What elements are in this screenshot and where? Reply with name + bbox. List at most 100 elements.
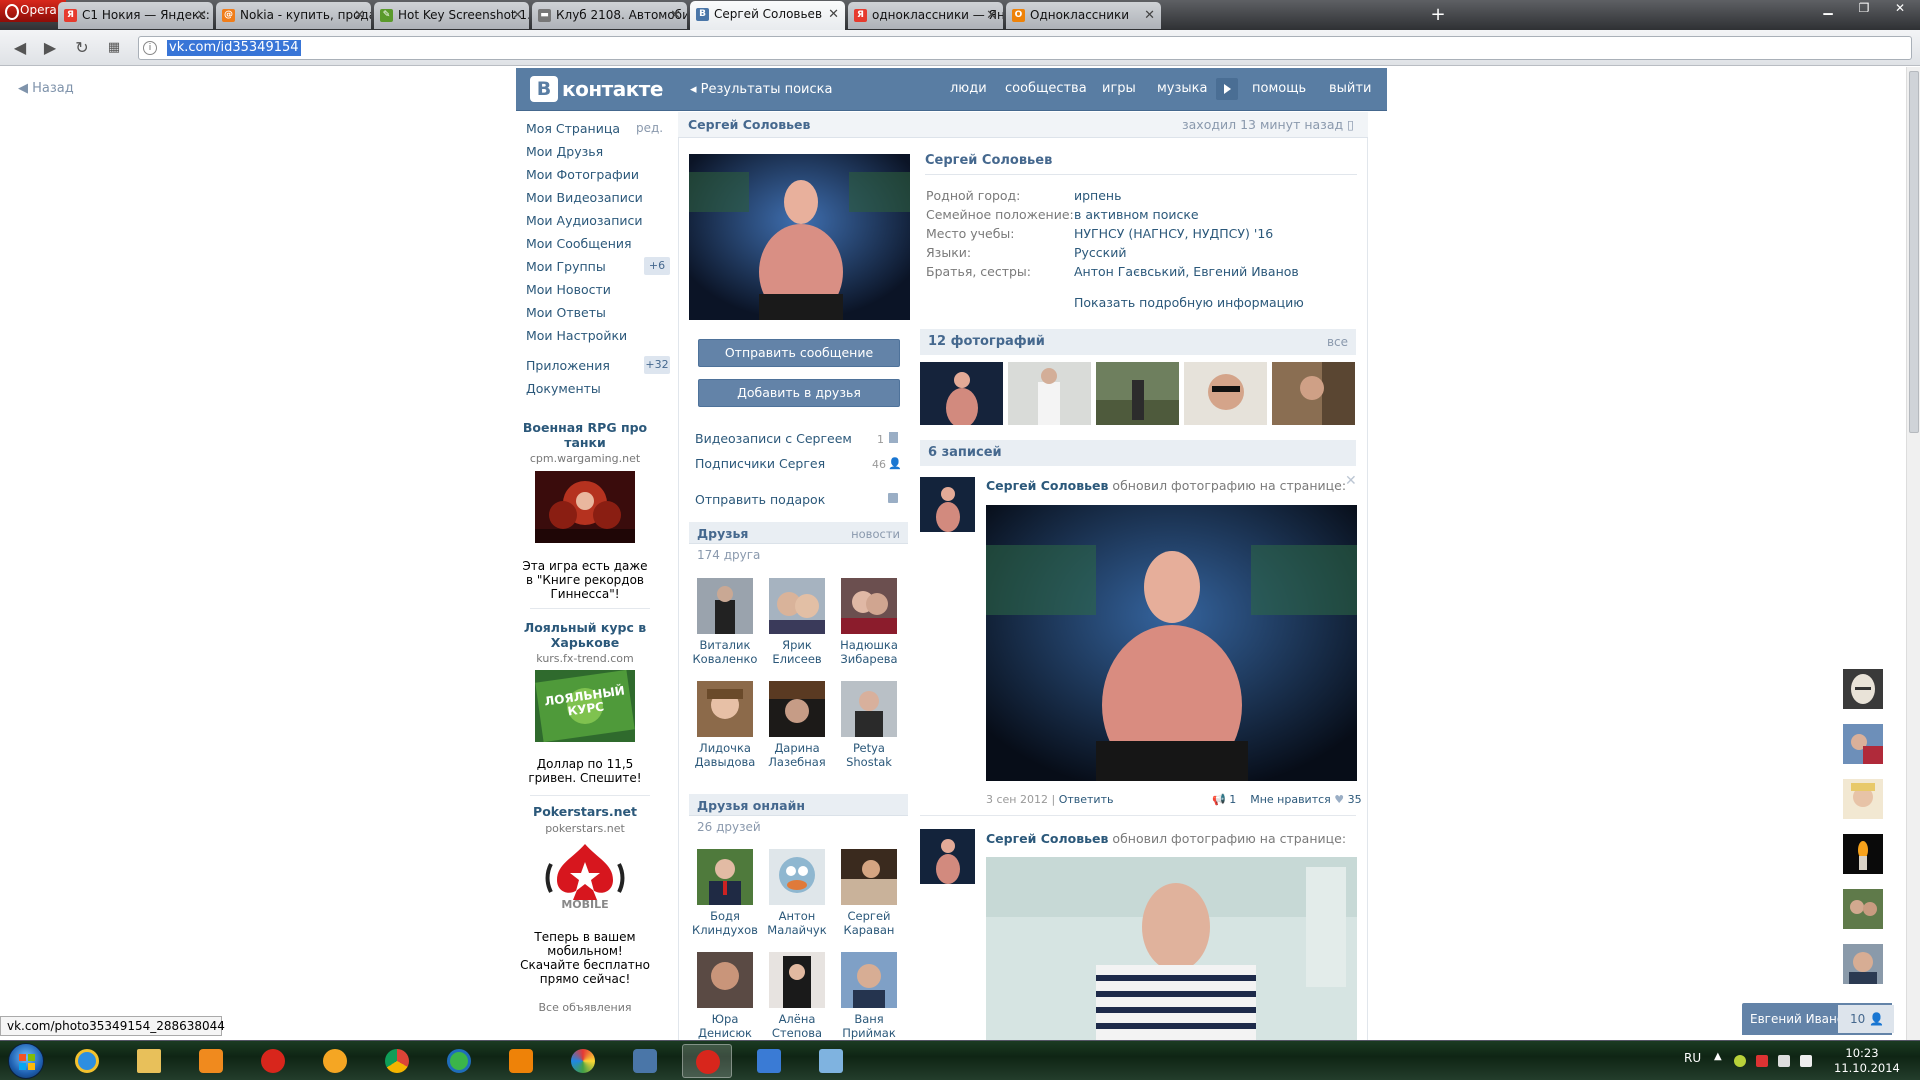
send-gift-link[interactable]: Отправить подарок (695, 492, 825, 507)
chat-contact-avatar[interactable] (1843, 779, 1883, 819)
chrome-icon[interactable] (372, 1044, 422, 1078)
online-friend-item[interactable]: Ваня Приймак (834, 952, 904, 1040)
vk-icon[interactable] (620, 1044, 670, 1078)
close-tab-icon[interactable]: ✕ (986, 2, 997, 29)
ad-title-fx-trend[interactable]: Лояльный курс в Харькове (520, 620, 650, 650)
info-value-education[interactable]: НУГНСУ (НАГНСУ, НУДПСУ) '16 (1074, 226, 1273, 241)
menu-my-audio[interactable]: Мои Аудиозаписи (526, 213, 643, 228)
reload-icon[interactable]: ↻ (70, 38, 94, 58)
menu-documents[interactable]: Документы (526, 381, 601, 396)
photo-thumbnail[interactable] (1096, 362, 1179, 425)
info-value-siblings[interactable]: Антон Гаєвський, Евгений Иванов (1074, 264, 1299, 279)
all-ads-link[interactable]: Все объявления (520, 1001, 650, 1014)
browser-tab-yandex-nokia[interactable]: Я C1 Нокия — Яндекс: нашл ✕ (58, 2, 213, 29)
photos-all-link[interactable]: все (1327, 335, 1348, 349)
post-author-avatar[interactable] (920, 829, 975, 884)
online-friends-section-header[interactable]: Друзья онлайн (689, 794, 908, 816)
photos-section-header[interactable]: 12 фотографий все (920, 329, 1356, 355)
tray-clock[interactable]: 10:23 11.10.2014 (1834, 1046, 1900, 1076)
url-input[interactable]: i vk.com/id35349154 (138, 36, 1912, 60)
screen-icon[interactable] (744, 1044, 794, 1078)
tray-volume-icon[interactable] (1800, 1055, 1812, 1067)
post-date[interactable]: 3 сен 2012 (986, 793, 1048, 806)
videos-with-link[interactable]: Видеозаписи с Сергеем (695, 431, 852, 446)
info-value-languages[interactable]: Русский (1074, 245, 1126, 260)
ad-title-wargaming[interactable]: Военная RPG про танки (520, 420, 650, 450)
close-tab-icon[interactable]: ✕ (1144, 2, 1155, 29)
followers-link[interactable]: Подписчики Сергея (695, 456, 825, 471)
menu-my-settings[interactable]: Мои Настройки (526, 328, 627, 343)
delete-post-icon[interactable]: ✕ (1345, 473, 1357, 489)
tray-flag-icon[interactable] (1756, 1055, 1768, 1067)
ad-image-pokerstars[interactable]: MOBILE (535, 840, 635, 912)
friend-item[interactable]: Petya Shostak (834, 681, 904, 769)
chat-contact-avatar[interactable] (1843, 889, 1883, 929)
menu-my-groups[interactable]: Мои Группы (526, 259, 606, 274)
online-friend-item[interactable]: Антон Малайчук (762, 849, 832, 937)
photo-thumbnail[interactable] (1272, 362, 1355, 425)
browser-tab-hotkey[interactable]: ✎ Hot Key Screenshot 1.1 - F ✕ (374, 2, 529, 29)
mail-agent-icon[interactable] (310, 1044, 360, 1078)
menu-my-photos[interactable]: Мои Фотографии (526, 167, 639, 182)
close-tab-icon[interactable]: ✕ (196, 2, 207, 29)
icq-icon[interactable] (434, 1044, 484, 1078)
online-friend-item[interactable]: Юра Денисюк (690, 952, 760, 1040)
info-value-relationship[interactable]: в активном поиске (1074, 207, 1199, 222)
vk-logo-text[interactable]: контакте (562, 77, 663, 101)
vk-logo-icon[interactable]: В (530, 76, 558, 102)
picture-viewer-icon[interactable] (806, 1044, 856, 1078)
browser-tab-odnoklassniki[interactable]: О Одноклассники ✕ (1006, 2, 1161, 29)
edit-link[interactable]: ред. (636, 121, 663, 135)
browser-tab-yandex-ok[interactable]: Я одноклассники — Яндекс ✕ (848, 2, 1003, 29)
friend-item[interactable]: Ярик Елисеев (762, 578, 832, 666)
close-tab-icon[interactable]: ✕ (354, 2, 365, 29)
start-button[interactable] (8, 1043, 44, 1079)
tray-expand-icon[interactable]: ▲ (1714, 1051, 1722, 1062)
opera-menu-button[interactable]: Opera (0, 0, 66, 22)
play-music-button[interactable] (1216, 78, 1238, 100)
back-arrow-icon[interactable]: ◀ (8, 38, 32, 58)
friend-item[interactable]: Дарина Лазебная (762, 681, 832, 769)
friend-item[interactable]: Виталик Коваленко (690, 578, 760, 666)
close-window-button[interactable]: ✕ (1880, 0, 1920, 18)
share-icon[interactable]: 📢 (1212, 793, 1226, 806)
paint-icon[interactable] (558, 1044, 608, 1078)
menu-my-page[interactable]: Моя Страница (526, 121, 620, 136)
post-author-avatar[interactable] (920, 477, 975, 532)
chat-contact-avatar[interactable] (1843, 669, 1883, 709)
chat-online-count[interactable]: 10 👤 (1838, 1005, 1894, 1033)
keyboard-language[interactable]: RU (1684, 1051, 1701, 1065)
like-button[interactable]: Мне нравится (1250, 793, 1331, 806)
nav-games[interactable]: игры (1102, 81, 1136, 96)
restore-window-button[interactable]: ❐ (1844, 0, 1884, 18)
menu-my-videos[interactable]: Мои Видеозаписи (526, 190, 643, 205)
nav-people[interactable]: люди (950, 81, 987, 96)
browser-tab-vk-profile[interactable]: В Сергей Соловьев ✕ (690, 1, 845, 30)
photo-thumbnail[interactable] (1008, 362, 1091, 425)
opera-icon[interactable] (248, 1044, 298, 1078)
send-message-button[interactable]: Отправить сообщение (698, 339, 900, 367)
browser-tab-nokia-buy[interactable]: @ Nokia - купить, продажа в ✕ (216, 2, 371, 29)
photo-thumbnail[interactable] (1184, 362, 1267, 425)
explorer-icon[interactable] (124, 1044, 174, 1078)
nav-logout[interactable]: выйти (1329, 81, 1371, 96)
friend-item[interactable]: Надюшка Зибарева (834, 578, 904, 666)
applications-badge[interactable]: +32 (644, 356, 670, 374)
page-scrollbar[interactable] (1906, 67, 1920, 1040)
menu-my-messages[interactable]: Мои Сообщения (526, 236, 632, 251)
ad-title-pokerstars[interactable]: Pokerstars.net (520, 804, 650, 819)
reply-link[interactable]: Ответить (1059, 793, 1114, 806)
profile-avatar[interactable] (689, 154, 910, 320)
groups-badge[interactable]: +6 (644, 257, 670, 275)
friend-item[interactable]: Лидочка Давыдова (690, 681, 760, 769)
ad-image-loyal-course[interactable]: ЛОЯЛЬНЫЙ КУРС (535, 670, 635, 742)
post-photo[interactable] (986, 857, 1357, 1040)
close-tab-icon[interactable]: ✕ (828, 1, 839, 28)
wall-section-header[interactable]: 6 записей (920, 440, 1356, 466)
media-player-icon[interactable] (186, 1044, 236, 1078)
nav-help[interactable]: помощь (1252, 81, 1306, 96)
back-link[interactable]: ◀ Назад (18, 81, 74, 96)
close-tab-icon[interactable]: ✕ (670, 2, 681, 29)
nav-music[interactable]: музыка (1157, 81, 1208, 96)
online-friend-item[interactable]: Алёна Степова (762, 952, 832, 1040)
